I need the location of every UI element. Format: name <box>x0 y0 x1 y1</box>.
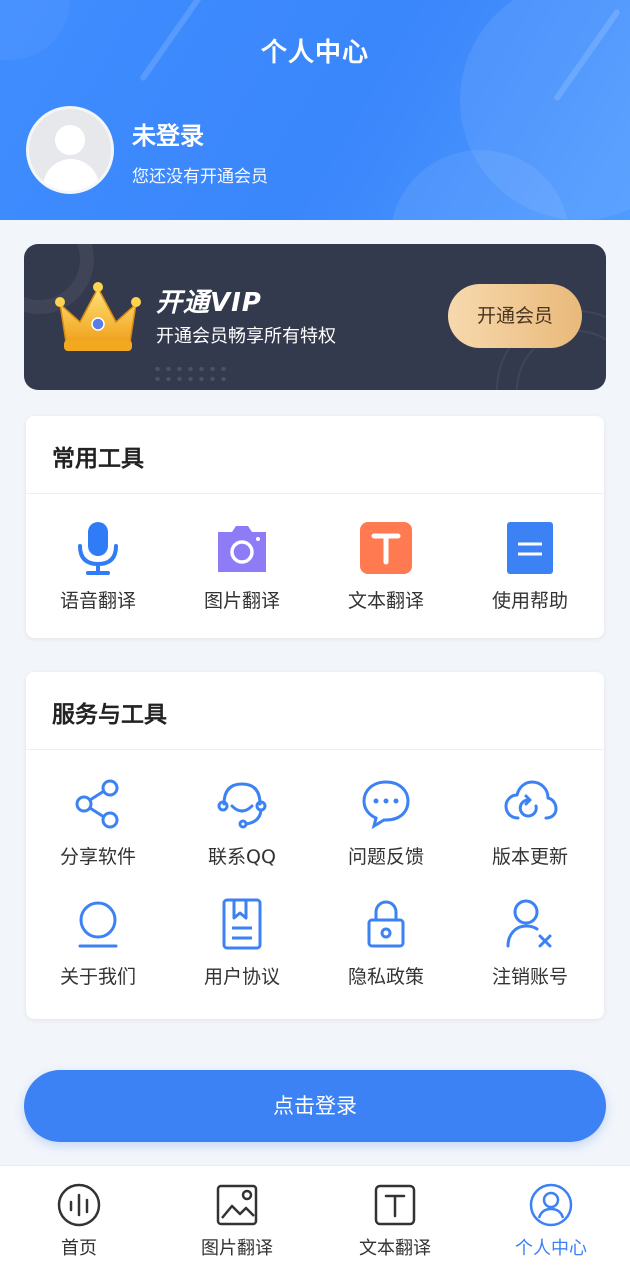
services-title: 服务与工具 <box>26 672 604 750</box>
tool-label: 使用帮助 <box>491 590 568 612</box>
service-privacy-policy[interactable]: 隐私政策 <box>314 896 458 989</box>
chat-bubble-icon <box>362 780 410 830</box>
service-label: 问题反馈 <box>347 846 424 868</box>
home-audio-icon <box>57 1183 101 1227</box>
nav-label: 图片翻译 <box>201 1238 273 1259</box>
service-update[interactable]: 版本更新 <box>458 776 602 869</box>
profile-header: 个人中心 未登录 您还没有开通会员 <box>0 0 630 220</box>
nav-label: 首页 <box>61 1238 97 1259</box>
tool-image-translate[interactable]: 图片翻译 <box>170 520 314 613</box>
page-title: 个人中心 <box>260 38 369 68</box>
bottom-nav: 首页 图片翻译 文本翻译 个人中心 <box>0 1165 630 1280</box>
crown-icon <box>55 282 141 351</box>
tool-voice-translate[interactable]: 语音翻译 <box>26 520 170 613</box>
nav-image-translate[interactable]: 图片翻译 <box>158 1182 316 1260</box>
tool-label: 图片翻译 <box>203 590 280 612</box>
vip-banner[interactable]: 开通VIP 开通会员畅享所有特权 开通会员 <box>24 244 606 390</box>
service-label: 用户协议 <box>203 966 280 988</box>
nav-profile[interactable]: 个人中心 <box>472 1182 630 1260</box>
text-t-icon <box>360 522 412 574</box>
microphone-icon <box>78 522 118 575</box>
tool-help[interactable]: 使用帮助 <box>458 520 602 613</box>
nav-label: 个人中心 <box>515 1238 587 1259</box>
nav-text-translate[interactable]: 文本翻译 <box>316 1182 474 1260</box>
cloud-refresh-icon <box>504 780 558 820</box>
service-share[interactable]: 分享软件 <box>26 776 170 869</box>
text-t-icon <box>374 1184 416 1226</box>
profile-icon <box>529 1183 573 1227</box>
service-about-us[interactable]: 关于我们 <box>26 896 170 989</box>
tool-label: 语音翻译 <box>59 590 136 612</box>
vip-title: 开通VIP <box>156 288 262 318</box>
services-card: 服务与工具 分享软件 联系QQ 问题反馈 版本更新 关于我们 用户协议 隐私政策… <box>26 672 604 1019</box>
headset-icon <box>217 782 267 829</box>
service-label: 分享软件 <box>59 846 136 868</box>
info-icon <box>78 901 118 948</box>
image-icon <box>216 1184 258 1226</box>
avatar[interactable] <box>26 106 114 194</box>
service-label: 联系QQ <box>208 846 276 868</box>
service-user-agreement[interactable]: 用户协议 <box>170 896 314 989</box>
share-icon <box>75 779 119 829</box>
service-feedback[interactable]: 问题反馈 <box>314 776 458 869</box>
common-tools-title: 常用工具 <box>26 416 604 494</box>
lock-icon <box>367 900 405 948</box>
tool-text-translate[interactable]: 文本翻译 <box>314 520 458 613</box>
vip-subtitle: 开通会员畅享所有特权 <box>156 326 336 347</box>
login-button[interactable]: 点击登录 <box>24 1070 606 1142</box>
user-remove-icon <box>506 899 552 948</box>
camera-icon <box>218 526 266 572</box>
service-label: 注销账号 <box>491 966 568 988</box>
common-tools-card: 常用工具 语音翻译 图片翻译 文本翻译 使用帮助 <box>26 416 604 638</box>
nav-label: 文本翻译 <box>359 1238 431 1259</box>
agreement-icon <box>222 898 262 950</box>
membership-status: 您还没有开通会员 <box>132 167 268 187</box>
service-contact-qq[interactable]: 联系QQ <box>170 776 314 869</box>
service-label: 版本更新 <box>491 846 568 868</box>
user-name[interactable]: 未登录 <box>132 116 204 151</box>
nav-home[interactable]: 首页 <box>0 1182 158 1260</box>
service-delete-account[interactable]: 注销账号 <box>458 896 602 989</box>
service-label: 关于我们 <box>59 966 136 988</box>
tool-label: 文本翻译 <box>347 590 424 612</box>
profile-page: 个人中心 未登录 您还没有开通会员 开通VIP 开通会员畅享所有特权 开通会员 … <box>0 0 630 1280</box>
document-icon <box>507 522 553 574</box>
service-label: 隐私政策 <box>347 966 424 988</box>
open-vip-button[interactable]: 开通会员 <box>448 284 582 348</box>
